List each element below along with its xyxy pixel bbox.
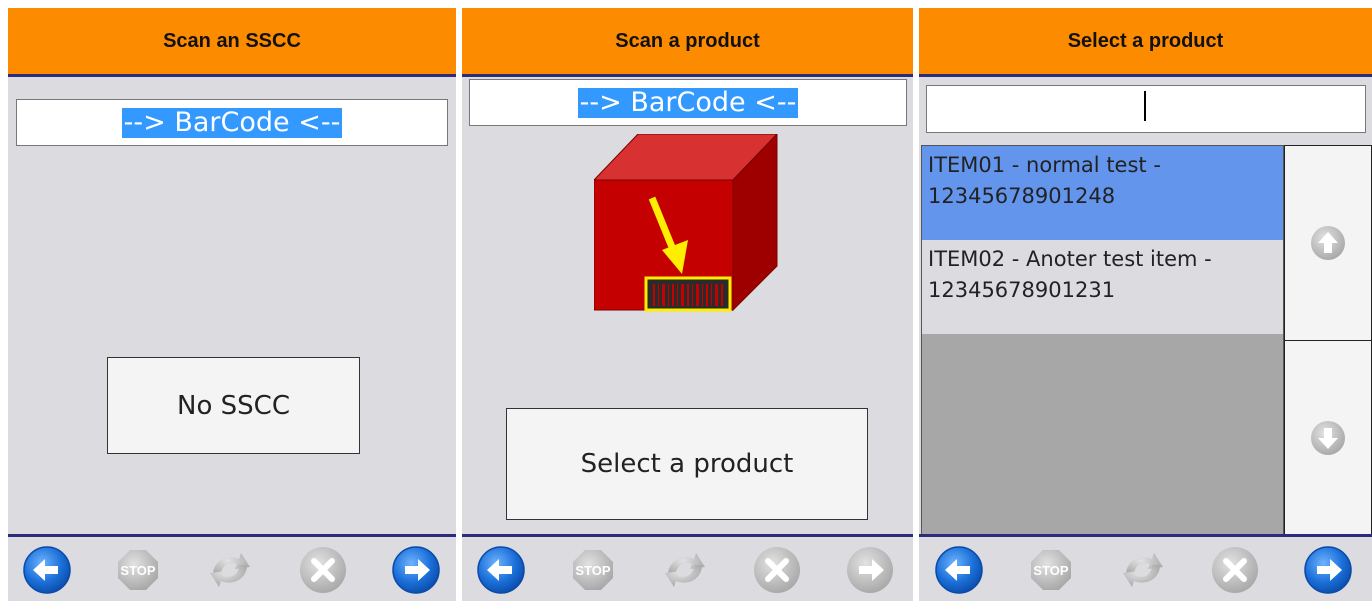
forward-arrow-icon[interactable] — [1303, 545, 1353, 595]
stop-icon[interactable]: STOP — [1026, 545, 1076, 595]
select-product-button[interactable]: Select a product — [506, 408, 868, 520]
back-arrow-icon[interactable] — [934, 545, 984, 595]
barcode-value: --> BarCode <-- — [577, 86, 799, 118]
refresh-icon[interactable] — [660, 545, 710, 595]
scroll-down-button[interactable] — [1284, 340, 1372, 536]
forward-arrow-icon[interactable] — [845, 545, 895, 595]
scan-product-panel: Scan a product --> BarCode <-- Select a … — [462, 8, 913, 601]
search-input[interactable] — [926, 85, 1366, 133]
footer-toolbar: STOP — [919, 534, 1372, 601]
forward-arrow-icon[interactable] — [391, 545, 441, 595]
cancel-icon[interactable] — [298, 545, 348, 595]
back-arrow-icon[interactable] — [476, 545, 526, 595]
cancel-icon[interactable] — [1210, 545, 1260, 595]
scroll-up-button[interactable] — [1284, 145, 1372, 341]
barcode-box-illustration — [592, 132, 780, 312]
product-list[interactable]: ITEM01 - normal test - 12345678901248 IT… — [921, 145, 1284, 536]
select-product-panel: Select a product ITEM01 - normal test - … — [919, 8, 1372, 601]
stop-icon[interactable]: STOP — [113, 545, 163, 595]
barcode-value: --> BarCode <-- — [121, 106, 343, 138]
arrow-up-icon — [1311, 226, 1345, 260]
scan-sscc-panel: Scan an SSCC --> BarCode <-- No SSCC STO… — [8, 8, 456, 601]
panel-title: Scan a product — [462, 8, 913, 77]
footer-toolbar: STOP — [462, 534, 913, 601]
panel-title: Select a product — [919, 8, 1372, 77]
cancel-icon[interactable] — [752, 545, 802, 595]
svg-text:STOP: STOP — [1033, 563, 1068, 578]
back-arrow-icon[interactable] — [22, 545, 72, 595]
stop-icon[interactable]: STOP — [568, 545, 618, 595]
refresh-icon[interactable] — [1118, 545, 1168, 595]
list-item-label: ITEM02 - Anoter test item - 123456789012… — [928, 247, 1212, 302]
no-sscc-button[interactable]: No SSCC — [107, 357, 360, 454]
barcode-input[interactable]: --> BarCode <-- — [469, 79, 907, 126]
svg-text:STOP: STOP — [120, 563, 155, 578]
arrow-down-icon — [1311, 421, 1345, 455]
refresh-icon[interactable] — [205, 545, 255, 595]
list-item[interactable]: ITEM01 - normal test - 12345678901248 — [922, 146, 1283, 240]
svg-text:STOP: STOP — [575, 563, 610, 578]
footer-toolbar: STOP — [8, 534, 456, 601]
text-cursor — [1144, 91, 1146, 121]
list-item-label: ITEM01 - normal test - 12345678901248 — [928, 153, 1161, 208]
list-item[interactable]: ITEM02 - Anoter test item - 123456789012… — [922, 240, 1283, 334]
panel-title: Scan an SSCC — [8, 8, 456, 77]
barcode-input[interactable]: --> BarCode <-- — [16, 99, 448, 146]
